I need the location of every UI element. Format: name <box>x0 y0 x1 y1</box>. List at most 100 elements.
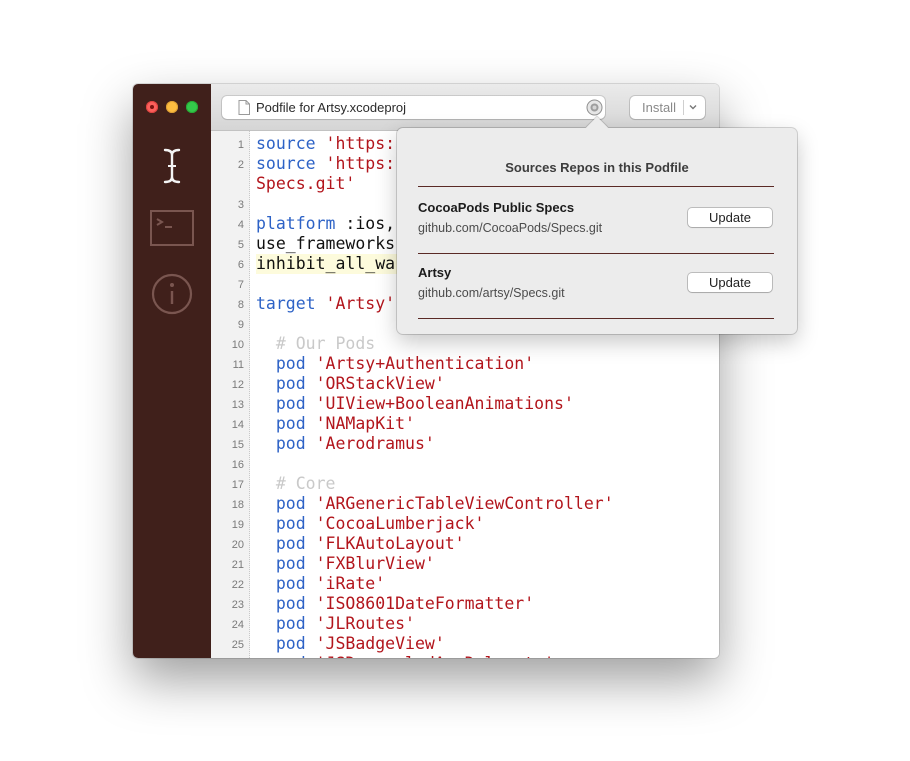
code-line[interactable]: 25 pod 'JSBadgeView' <box>211 634 719 654</box>
code-token: pod <box>256 374 306 393</box>
code-text: pod 'Artsy+Authentication' <box>256 354 719 374</box>
line-number: 8 <box>237 299 244 311</box>
code-token: :ios, <box>335 214 396 233</box>
code-line[interactable]: 15 pod 'Aerodramus' <box>211 434 719 454</box>
line-number: 21 <box>231 559 244 571</box>
line-number: 5 <box>237 239 244 251</box>
document-icon <box>238 100 250 115</box>
code-line[interactable]: 20 pod 'FLKAutoLayout' <box>211 534 719 554</box>
line-number: 19 <box>231 519 244 531</box>
code-token: 'Artsy+Authentication' <box>315 354 535 373</box>
code-token: 'ISO8601DateFormatter' <box>315 594 535 613</box>
code-token: 'Artsy' <box>325 294 396 313</box>
code-text: # Our Pods <box>256 334 719 354</box>
code-text: pod 'FLKAutoLayout' <box>256 534 719 554</box>
install-button[interactable]: Install <box>630 96 705 119</box>
code-text: pod 'ORStackView' <box>256 374 719 394</box>
line-number: 15 <box>231 439 244 451</box>
line-number: 25 <box>231 639 244 651</box>
code-line[interactable]: 13 pod 'UIView+BooleanAnimations' <box>211 394 719 414</box>
code-line[interactable]: 11 pod 'Artsy+Authentication' <box>211 354 719 374</box>
line-number: 4 <box>237 219 244 231</box>
info-icon[interactable] <box>151 273 193 315</box>
code-text: pod 'JSBadgeView' <box>256 634 719 654</box>
minimize-window-button[interactable] <box>166 101 178 113</box>
code-token: pod <box>256 654 306 658</box>
code-line[interactable]: 18 pod 'ARGenericTableViewController' <box>211 494 719 514</box>
code-token: 'https: <box>325 154 396 173</box>
repo-url: github.com/artsy/Specs.git <box>418 286 565 300</box>
code-line[interactable]: 12 pod 'ORStackView' <box>211 374 719 394</box>
line-number: 13 <box>231 399 244 411</box>
code-token: pod <box>256 594 306 613</box>
terminal-icon[interactable] <box>150 210 194 246</box>
code-token: # Our Pods <box>256 334 376 353</box>
code-token: 'JLRoutes' <box>315 614 415 633</box>
text-cursor-icon[interactable] <box>161 148 183 184</box>
chevron-down-icon[interactable] <box>688 102 698 112</box>
line-number: 1 <box>237 139 244 151</box>
line-number: 20 <box>231 539 244 551</box>
line-number: 16 <box>231 459 244 471</box>
code-line[interactable]: 23 pod 'ISO8601DateFormatter' <box>211 594 719 614</box>
code-token: source <box>256 154 316 173</box>
zoom-window-button[interactable] <box>186 101 198 113</box>
code-line[interactable]: pod 'JSDecoupledAppDelegate' <box>211 654 719 658</box>
popover-divider <box>418 318 774 319</box>
code-line[interactable]: 24 pod 'JLRoutes' <box>211 614 719 634</box>
line-number: 12 <box>231 379 244 391</box>
code-line[interactable]: 19 pod 'CocoaLumberjack' <box>211 514 719 534</box>
code-token: pod <box>256 634 306 653</box>
repo-url: github.com/CocoaPods/Specs.git <box>418 221 603 235</box>
code-text: pod 'CocoaLumberjack' <box>256 514 719 534</box>
code-line[interactable]: 10 # Our Pods <box>211 334 719 354</box>
toolbar: Podfile for Artsy.xcodeproj Install <box>211 84 719 131</box>
code-token: 'Aerodramus' <box>315 434 435 453</box>
line-number: 24 <box>231 619 244 631</box>
line-number: 7 <box>237 279 244 291</box>
line-number: 14 <box>231 419 244 431</box>
code-line[interactable]: 22 pod 'iRate' <box>211 574 719 594</box>
code-line[interactable]: 14 pod 'NAMapKit' <box>211 414 719 434</box>
sources-icon[interactable] <box>586 99 603 116</box>
line-number: 10 <box>231 339 244 351</box>
code-token: 'ARGenericTableViewController' <box>315 494 614 513</box>
code-line[interactable]: 16 <box>211 454 719 474</box>
line-number: 9 <box>237 319 244 331</box>
code-line[interactable]: 21 pod 'FXBlurView' <box>211 554 719 574</box>
code-token: pod <box>256 434 306 453</box>
update-cocoapods-specs-button[interactable]: Update <box>688 208 772 227</box>
code-text: pod 'ARGenericTableViewController' <box>256 494 719 514</box>
sources-popover: Sources Repos in this Podfile CocoaPods … <box>397 116 797 334</box>
popover-divider <box>418 253 774 254</box>
code-token: pod <box>256 534 306 553</box>
install-separator <box>683 100 684 115</box>
line-number: 23 <box>231 599 244 611</box>
close-window-button[interactable] <box>146 101 158 113</box>
code-token: 'FXBlurView' <box>315 554 435 573</box>
code-token: pod <box>256 614 306 633</box>
repo-name: Artsy <box>418 265 452 280</box>
line-number: 17 <box>231 479 244 491</box>
code-token: 'UIView+BooleanAnimations' <box>315 394 574 413</box>
update-artsy-specs-button[interactable]: Update <box>688 273 772 292</box>
code-text: pod 'Aerodramus' <box>256 434 719 454</box>
line-number: 11 <box>232 359 244 371</box>
line-number: 18 <box>231 499 244 511</box>
popover-divider <box>418 186 774 187</box>
code-token: 'JSBadgeView' <box>315 634 445 653</box>
line-number: 2 <box>237 159 244 171</box>
code-line[interactable]: 17 # Core <box>211 474 719 494</box>
code-text: pod 'ISO8601DateFormatter' <box>256 594 719 614</box>
code-token: 'FLKAutoLayout' <box>315 534 465 553</box>
